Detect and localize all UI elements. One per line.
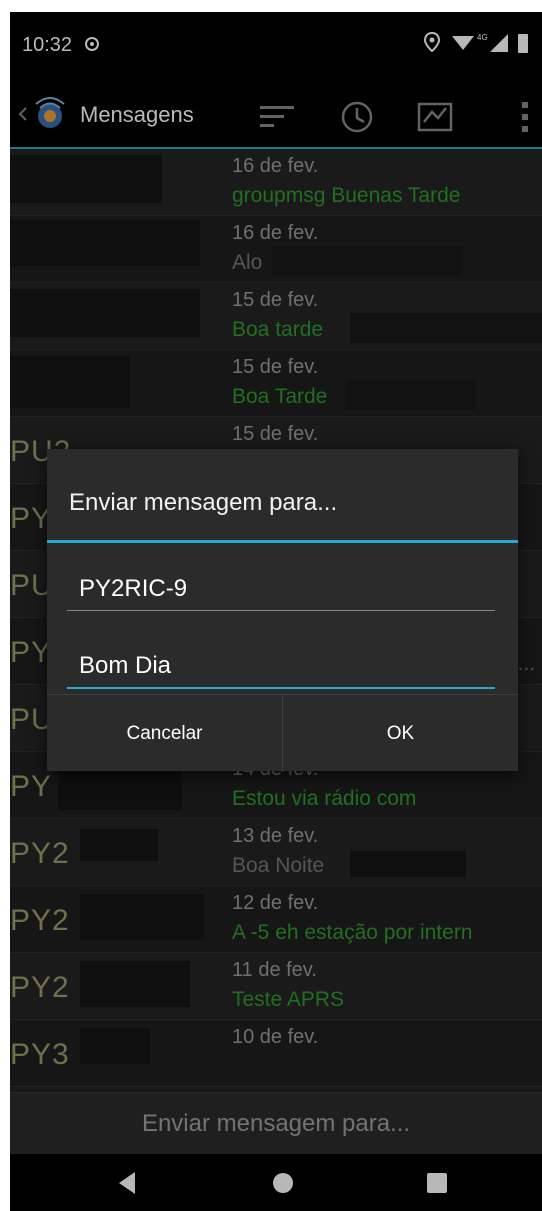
- callsign-field[interactable]: [67, 567, 495, 611]
- dialog-button-bar: Cancelar OK: [47, 694, 518, 772]
- dialog-title: Enviar mensagem para...: [69, 489, 338, 516]
- cancel-button[interactable]: Cancelar: [47, 695, 283, 772]
- phone-screen: 10:32 4G Mensagens 16 de fev. groupmsg B…: [10, 12, 542, 1211]
- dialog-divider: [47, 540, 518, 543]
- message-field[interactable]: [67, 645, 495, 689]
- ok-button[interactable]: OK: [283, 695, 518, 772]
- send-message-dialog: Enviar mensagem para... Cancelar OK: [47, 449, 518, 772]
